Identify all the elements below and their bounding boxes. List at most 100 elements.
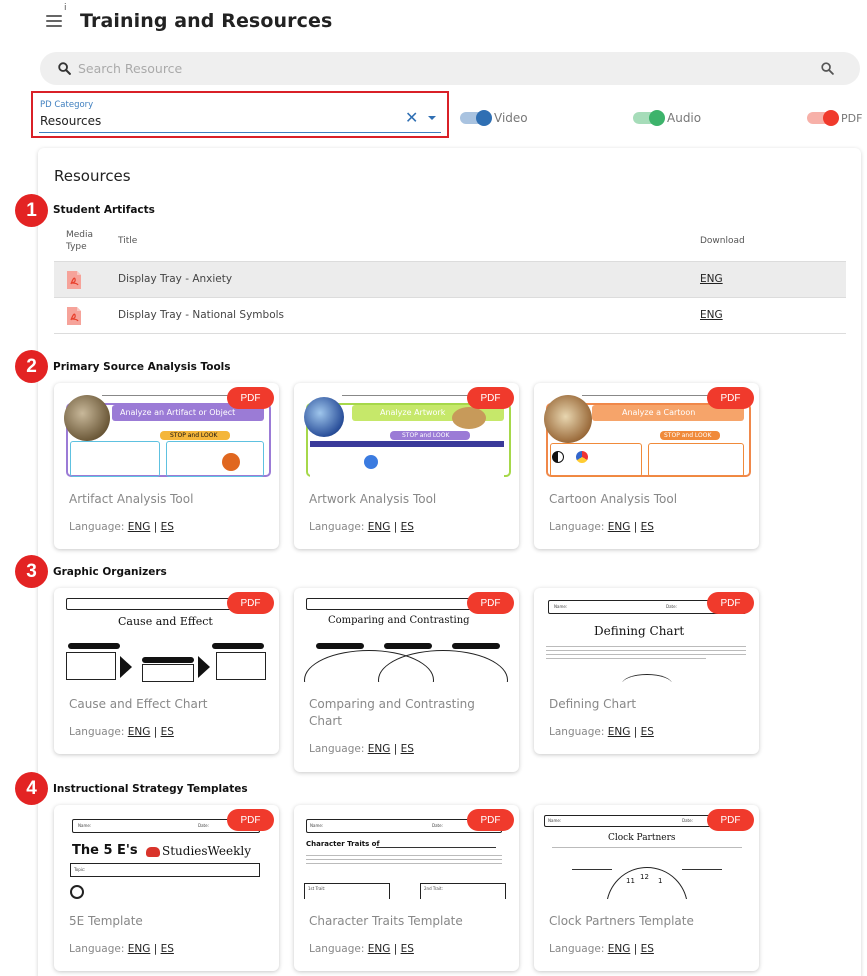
es-link[interactable]: ES bbox=[641, 943, 654, 955]
section-title-strategy-templates: 4 Instructional Strategy Templates bbox=[15, 772, 248, 805]
search-icon bbox=[58, 62, 71, 75]
table-row[interactable]: Display Tray - Anxiety ENG bbox=[54, 262, 846, 298]
es-link[interactable]: ES bbox=[161, 521, 174, 533]
language-row: Language: ENG | ES bbox=[309, 743, 414, 755]
annotation-badge-4: 4 bbox=[15, 772, 48, 805]
separator: | bbox=[633, 943, 638, 955]
section-title-primary-source-tools: 2 Primary Source Analysis Tools bbox=[15, 350, 231, 383]
thumb-heading: Clock Partners bbox=[608, 833, 676, 843]
eng-link[interactable]: ENG bbox=[128, 726, 151, 738]
resource-card[interactable]: PDF Name: Date: Character Traits of 1st … bbox=[294, 805, 519, 971]
language-row: Language: ENG | ES bbox=[549, 726, 654, 738]
page-title: Training and Resources bbox=[80, 10, 333, 32]
eng-link[interactable]: ENG bbox=[608, 943, 631, 955]
resource-card[interactable]: PDF Analyze an Artifact or Object STOP a… bbox=[54, 383, 279, 549]
resource-card[interactable]: PDF Comparing and Contrasting Comparing … bbox=[294, 588, 519, 772]
card-title: Defining Chart bbox=[549, 697, 637, 711]
pdf-file-icon bbox=[67, 307, 81, 325]
section-label: Primary Source Analysis Tools bbox=[53, 361, 231, 373]
section-title-graphic-organizers: 3 Graphic Organizers bbox=[15, 555, 167, 588]
pdf-badge: PDF bbox=[707, 809, 754, 831]
language-label: Language: bbox=[69, 521, 125, 533]
eng-link[interactable]: ENG bbox=[368, 943, 391, 955]
thumb-heading: Analyze a Cartoon bbox=[622, 408, 696, 417]
thumb-heading: Character Traits of bbox=[306, 840, 380, 848]
eng-link[interactable]: ENG bbox=[368, 521, 391, 533]
eng-link[interactable]: ENG bbox=[368, 743, 391, 755]
separator: | bbox=[393, 521, 398, 533]
es-link[interactable]: ES bbox=[641, 726, 654, 738]
clear-icon[interactable]: ✕ bbox=[405, 110, 418, 126]
resource-card[interactable]: PDF Analyze Artwork STOP and LOOK Artwor… bbox=[294, 383, 519, 549]
es-link[interactable]: ES bbox=[401, 943, 414, 955]
language-label: Language: bbox=[549, 943, 605, 955]
language-row: Language: ENG | ES bbox=[549, 943, 654, 955]
resource-card[interactable]: PDF Name: Date: Clock Partners 12 11 1 C… bbox=[534, 805, 759, 971]
thumb-heading: Comparing and Contrasting bbox=[328, 615, 470, 626]
toggle-label: PDF bbox=[841, 111, 863, 125]
language-row: Language: ENG | ES bbox=[69, 521, 174, 533]
pd-category-select[interactable]: PD Category Resources ✕ bbox=[39, 97, 441, 133]
thumb-brand: StudiesWeekly bbox=[162, 844, 251, 858]
table-row[interactable]: Display Tray - National Symbols ENG bbox=[54, 298, 846, 334]
card-title: Character Traits Template bbox=[309, 914, 463, 928]
resources-panel: Resources 1 Student Artifacts Media Type… bbox=[15, 148, 861, 976]
thumb-label: Name: bbox=[548, 818, 562, 823]
resource-card[interactable]: PDF Cause and Effect Cause and Effect Ch… bbox=[54, 588, 279, 754]
thumb-label: Name: bbox=[78, 823, 92, 828]
eng-link[interactable]: ENG bbox=[128, 943, 151, 955]
eng-link[interactable]: ENG bbox=[128, 521, 151, 533]
language-label: Language: bbox=[69, 943, 125, 955]
thumb-label: Topic: bbox=[74, 867, 86, 872]
thumb-label: 1st Trait: bbox=[308, 886, 326, 891]
language-row: Language: ENG | ES bbox=[549, 521, 654, 533]
download-eng-link[interactable]: ENG bbox=[700, 309, 723, 321]
download-eng-link[interactable]: ENG bbox=[700, 273, 723, 285]
thumb-label: Name: bbox=[310, 823, 324, 828]
card-title: Cause and Effect Chart bbox=[69, 697, 208, 711]
dropdown-arrow-icon[interactable] bbox=[428, 116, 436, 120]
section-label: Instructional Strategy Templates bbox=[53, 783, 248, 795]
pdf-badge: PDF bbox=[707, 592, 754, 614]
separator: | bbox=[393, 743, 398, 755]
es-link[interactable]: ES bbox=[401, 521, 414, 533]
es-link[interactable]: ES bbox=[161, 726, 174, 738]
language-row: Language: ENG | ES bbox=[309, 521, 414, 533]
toggle-audio[interactable]: Audio bbox=[633, 109, 701, 127]
thumb-subheading: STOP and LOOK bbox=[402, 432, 450, 439]
thumb-label: Date: bbox=[198, 823, 209, 828]
search-submit-icon[interactable] bbox=[821, 62, 834, 75]
card-title: Comparing and Contrasting Chart bbox=[309, 697, 475, 728]
es-link[interactable]: ES bbox=[401, 743, 414, 755]
separator: | bbox=[393, 943, 398, 955]
toggle-video[interactable]: Video bbox=[460, 109, 528, 127]
toggle-label: Audio bbox=[667, 111, 702, 125]
es-link[interactable]: ES bbox=[161, 943, 174, 955]
search-bar bbox=[40, 52, 860, 85]
thumb-heading: Analyze an Artifact or Object bbox=[120, 408, 236, 417]
language-label: Language: bbox=[549, 521, 605, 533]
eng-link[interactable]: ENG bbox=[608, 521, 631, 533]
resource-card[interactable]: PDF Name: Date: Defining Chart Defining … bbox=[534, 588, 759, 754]
es-link[interactable]: ES bbox=[641, 521, 654, 533]
pdf-badge: PDF bbox=[227, 387, 274, 409]
resource-card[interactable]: PDF Analyze a Cartoon STOP and LOOK Cart… bbox=[534, 383, 759, 549]
hamburger-icon[interactable] bbox=[46, 15, 62, 27]
pdf-badge: PDF bbox=[707, 387, 754, 409]
thumb-label: Name: bbox=[554, 604, 568, 609]
toggle-label: Video bbox=[494, 111, 528, 125]
eng-link[interactable]: ENG bbox=[608, 726, 631, 738]
thumb-label: 11 bbox=[626, 877, 635, 885]
info-icon[interactable]: i bbox=[64, 3, 67, 13]
resource-card[interactable]: PDF Name: Date: The 5 E's StudiesWeekly … bbox=[54, 805, 279, 971]
thumb-label: 2nd Trait: bbox=[424, 886, 443, 891]
language-label: Language: bbox=[549, 726, 605, 738]
search-input[interactable] bbox=[78, 52, 778, 85]
card-title: Artwork Analysis Tool bbox=[309, 492, 437, 506]
thumb-heading: The 5 E's bbox=[72, 843, 138, 858]
section-title-student-artifacts: 1 Student Artifacts bbox=[15, 194, 155, 227]
thumb-heading: Analyze Artwork bbox=[380, 408, 446, 417]
toggle-pdf[interactable]: PDF bbox=[807, 109, 862, 127]
pdf-badge: PDF bbox=[467, 809, 514, 831]
pdf-badge: PDF bbox=[227, 809, 274, 831]
